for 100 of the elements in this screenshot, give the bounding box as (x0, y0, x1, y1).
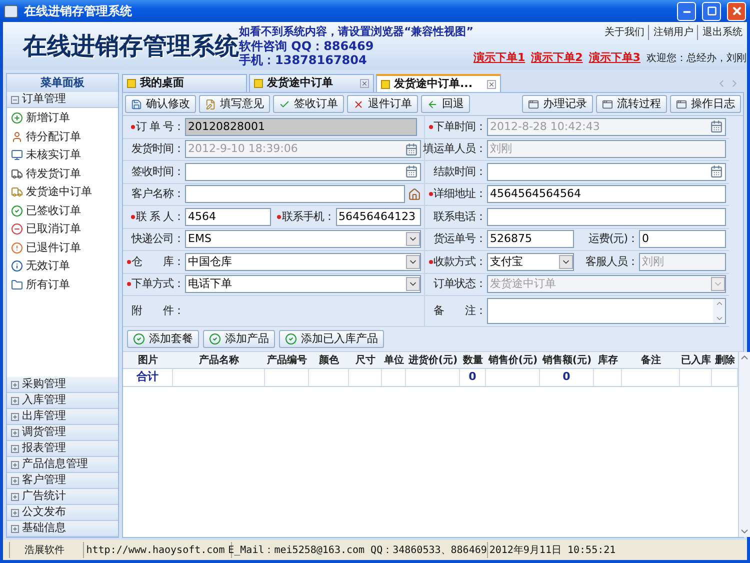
menu-group-header[interactable]: 采购管理 (7, 377, 118, 393)
toolbar-button[interactable]: 回退 (421, 95, 470, 113)
toolbar-button[interactable]: 确认修改 (125, 95, 196, 113)
expand-icon[interactable] (11, 380, 19, 388)
menu-group-header[interactable]: 调货管理 (7, 425, 118, 441)
close-button[interactable] (727, 2, 746, 20)
add-button[interactable]: 添加已入库产品 (279, 330, 384, 348)
tab[interactable]: 我的桌面 (122, 74, 247, 92)
menu-group-header[interactable]: 报表管理 (7, 441, 118, 457)
tab[interactable]: 发货途中订单 (249, 74, 374, 92)
close-icon[interactable] (360, 79, 369, 88)
calendar-icon[interactable] (405, 165, 418, 178)
tab[interactable]: 发货途中订单... (376, 74, 501, 92)
date-field[interactable] (185, 162, 421, 181)
field-label: 货运单号： (434, 231, 486, 247)
scrollbar[interactable] (713, 299, 725, 323)
menu-item[interactable]: 已签收订单 (7, 202, 118, 220)
toolbar-button[interactable]: 填写意见 (199, 95, 270, 113)
header-link[interactable]: 关于我们 (600, 25, 648, 40)
dropdown[interactable]: 电话下单 (185, 275, 421, 294)
text-field[interactable]: 4564 (185, 208, 270, 226)
field-label: 下单方式： (132, 276, 184, 292)
column-header: 库存 (597, 353, 619, 368)
expand-icon[interactable] (11, 444, 19, 452)
order-number-field[interactable]: 20120828001 (185, 118, 417, 136)
column-header: 销售价(元) (487, 354, 539, 368)
toolbar-button[interactable]: 退件订单 (347, 95, 418, 113)
menu-group-header[interactable]: 广告统计 (7, 489, 118, 505)
add-button[interactable]: 添加套餐 (127, 330, 199, 348)
collapse-icon[interactable] (11, 96, 19, 104)
field-label: 详细地址： (434, 186, 486, 202)
expand-icon[interactable] (11, 476, 19, 484)
column-header: 颜色 (318, 354, 340, 368)
dropdown[interactable]: 支付宝 (487, 252, 574, 271)
scrollbar[interactable] (738, 352, 750, 537)
toolbar-button[interactable]: 办理记录 (522, 95, 593, 113)
menu-item[interactable]: 新增订单 (7, 109, 118, 128)
menu-group-header[interactable]: 入库管理 (7, 393, 118, 409)
menu-item[interactable]: 待分配订单 (7, 128, 118, 146)
maximize-button[interactable] (702, 2, 721, 20)
menu-item[interactable]: 已取消订单 (7, 220, 118, 238)
add-button[interactable]: 添加产品 (203, 330, 275, 348)
minimize-button[interactable] (677, 2, 696, 20)
close-icon[interactable] (487, 80, 496, 88)
text-field[interactable] (185, 185, 405, 204)
scroll-down-icon[interactable] (714, 314, 724, 323)
expand-icon[interactable] (11, 428, 19, 436)
column-header: 销售额(元) (541, 353, 593, 368)
window-icon (602, 98, 613, 110)
check-icon (209, 333, 221, 345)
expand-icon[interactable] (11, 396, 19, 404)
toolbar-button[interactable]: 签收订单 (273, 95, 344, 113)
header-link[interactable]: 退出系统 (697, 25, 746, 40)
cross-icon (353, 98, 364, 110)
system-title: 在线进销存管理系统 (23, 31, 239, 62)
menu-group-header[interactable]: 产品信息管理 (7, 457, 118, 473)
header-link[interactable]: 注销用户 (648, 25, 698, 40)
column-header: 图片 (137, 354, 159, 368)
text-field[interactable]: 526875 (487, 230, 574, 248)
notice-text: 如看不到系统内容，请设置浏览器“兼容性视图” (239, 25, 474, 39)
field-label: 发货时间： (132, 141, 184, 157)
menu-item[interactable]: 所有订单 (7, 276, 118, 294)
menu-item[interactable]: 无效订单 (7, 257, 118, 276)
scroll-up-icon[interactable] (714, 299, 724, 308)
demo-link[interactable]: 演示下单1 (473, 50, 526, 67)
column-header: 尺寸 (354, 354, 376, 368)
expand-icon[interactable] (11, 492, 19, 500)
expand-icon[interactable] (11, 508, 19, 516)
menu-item[interactable]: 发货途中订单 (7, 183, 118, 202)
menu-group-header[interactable]: 公文发布 (7, 505, 118, 521)
demo-link[interactable]: 演示下单2 (531, 50, 583, 67)
text-area[interactable] (487, 298, 726, 324)
column-header: 产品名称 (198, 354, 240, 368)
text-field[interactable]: 56456464123 (336, 208, 421, 226)
expand-icon[interactable] (11, 412, 19, 420)
column-header: 产品编号 (266, 354, 308, 368)
text-field[interactable]: 4564564564564 (487, 185, 726, 204)
tab-icon (254, 79, 263, 88)
home-icon[interactable] (408, 188, 421, 201)
menu-group-header[interactable]: 出库管理 (7, 409, 118, 425)
dropdown[interactable]: 中国仓库 (185, 252, 421, 271)
expand-icon[interactable] (11, 460, 19, 468)
menu-item[interactable]: 未核实订单 (7, 146, 118, 164)
demo-link[interactable]: 演示下单3 (588, 50, 640, 67)
toolbar-button[interactable]: 操作日志 (670, 95, 741, 113)
expand-icon[interactable] (11, 524, 19, 532)
total-cell-text: 合计 (136, 369, 158, 386)
monitor-icon (11, 149, 23, 162)
menu-group-header[interactable]: 基础信息 (7, 521, 118, 537)
menu-item[interactable]: 已退件订单 (7, 238, 118, 257)
toolbar-button[interactable]: 流转过程 (596, 95, 667, 113)
text-field[interactable] (487, 208, 726, 226)
date-field[interactable] (487, 162, 726, 181)
calendar-icon[interactable] (710, 165, 723, 178)
dropdown[interactable]: EMS (185, 230, 421, 248)
text-field[interactable]: 0 (639, 230, 726, 248)
window-icon (528, 98, 539, 110)
menu-item[interactable]: 待发货订单 (7, 164, 118, 183)
menu-group-header[interactable]: 订单管理 (7, 92, 118, 108)
menu-group-header[interactable]: 客户管理 (7, 473, 118, 489)
